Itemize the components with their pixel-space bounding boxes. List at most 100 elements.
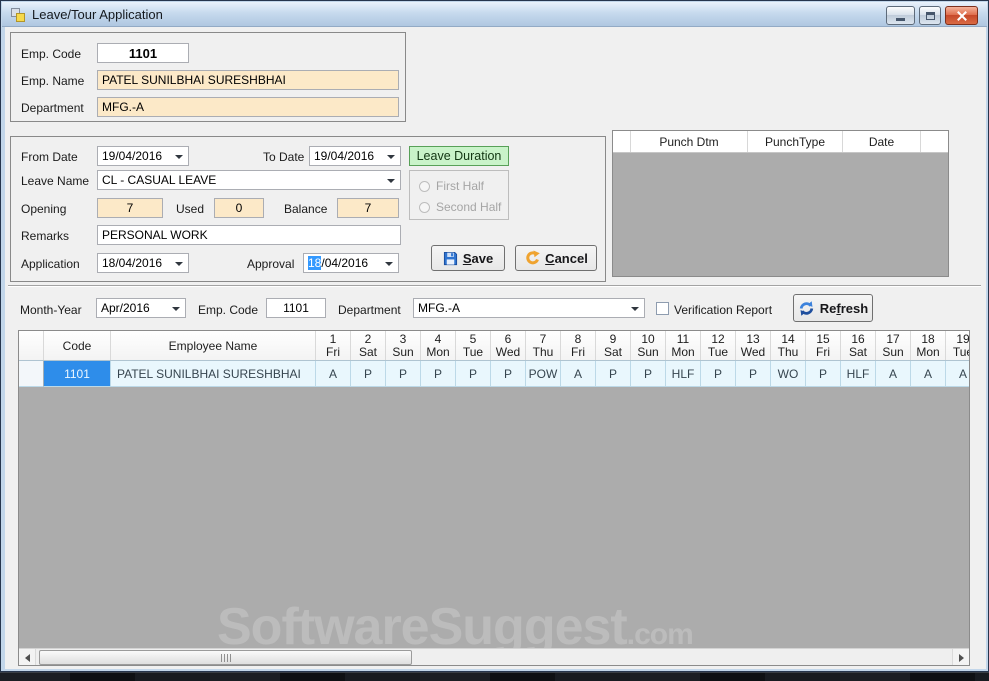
day-status-cell[interactable]: A xyxy=(316,361,351,387)
day-column-header[interactable]: 7Thu xyxy=(526,331,561,360)
application-date-combo[interactable]: 18/04/2016 xyxy=(97,253,189,273)
day-status-cell[interactable]: P xyxy=(386,361,421,387)
scroll-right-button[interactable] xyxy=(952,649,969,666)
leave-duration-button[interactable]: Leave Duration xyxy=(409,146,509,166)
day-status-cell[interactable]: A xyxy=(876,361,911,387)
punch-dtm-column-header[interactable]: Punch Dtm xyxy=(631,131,748,152)
day-column-header[interactable]: 9Sat xyxy=(596,331,631,360)
chevron-down-icon xyxy=(385,262,393,266)
opening-field: 7 xyxy=(97,198,163,218)
balance-label: Balance xyxy=(284,202,327,216)
chevron-down-icon xyxy=(631,307,639,311)
verification-report-label: Verification Report xyxy=(674,303,772,317)
scroll-left-icon xyxy=(25,654,30,662)
day-column-header[interactable]: 10Sun xyxy=(631,331,666,360)
save-button[interactable]: Save xyxy=(431,245,505,271)
approval-date-combo[interactable]: 18/04/2016 xyxy=(303,253,399,273)
punch-grid: Punch Dtm PunchType Date xyxy=(612,130,949,277)
day-status-cell[interactable]: A xyxy=(561,361,596,387)
section-divider xyxy=(8,285,981,287)
row-header-cell[interactable] xyxy=(19,361,44,387)
day-column-header[interactable]: 6Wed xyxy=(491,331,526,360)
to-date-combo[interactable]: 19/04/2016 xyxy=(309,146,401,166)
month-year-combo[interactable]: Apr/2016 xyxy=(96,298,186,318)
day-status-cell[interactable]: P xyxy=(631,361,666,387)
day-status-cell[interactable]: P xyxy=(491,361,526,387)
day-column-header[interactable]: 15Fri xyxy=(806,331,841,360)
day-status-cell[interactable]: WO xyxy=(771,361,806,387)
minimize-button[interactable] xyxy=(886,6,915,25)
day-status-cell[interactable]: P xyxy=(351,361,386,387)
grid-empty-area: SoftwareSuggest.com xyxy=(19,387,969,648)
approval-date-selected-text: 18 xyxy=(308,256,321,270)
day-column-header[interactable]: 17Sun xyxy=(876,331,911,360)
leave-name-combo[interactable]: CL - CASUAL LEAVE xyxy=(97,170,401,190)
day-status-cell[interactable]: P xyxy=(701,361,736,387)
day-column-header[interactable]: 19Tue xyxy=(946,331,969,360)
attendance-row[interactable]: 1101 PATEL SUNILBHAI SURESHBHAI APPPPPPO… xyxy=(19,361,969,387)
filter-department-combo[interactable]: MFG.-A xyxy=(413,298,645,318)
emp-code-label: Emp. Code xyxy=(21,47,81,61)
scroll-left-button[interactable] xyxy=(19,649,36,666)
employee-name-cell[interactable]: PATEL SUNILBHAI SURESHBHAI xyxy=(111,361,316,387)
day-status-cell[interactable]: A xyxy=(946,361,969,387)
balance-field: 7 xyxy=(337,198,399,218)
employee-name-column-header[interactable]: Employee Name xyxy=(111,331,316,360)
day-status-cell[interactable]: HLF xyxy=(666,361,701,387)
punch-type-column-header[interactable]: PunchType xyxy=(748,131,843,152)
title-bar[interactable]: Leave/Tour Application xyxy=(2,2,987,27)
day-column-header[interactable]: 18Mon xyxy=(911,331,946,360)
close-button[interactable] xyxy=(945,6,978,25)
day-column-header[interactable]: 3Sun xyxy=(386,331,421,360)
department-label: Department xyxy=(21,101,84,115)
day-column-header[interactable]: 5Tue xyxy=(456,331,491,360)
used-field: 0 xyxy=(214,198,264,218)
code-column-header[interactable]: Code xyxy=(44,331,111,360)
horizontal-scrollbar[interactable] xyxy=(19,648,969,665)
day-status-cell[interactable]: P xyxy=(421,361,456,387)
day-status-cell[interactable]: P xyxy=(736,361,771,387)
cancel-icon xyxy=(524,250,540,266)
taskbar xyxy=(0,672,989,681)
day-status-cell[interactable]: P xyxy=(456,361,491,387)
day-status-cell[interactable]: P xyxy=(596,361,631,387)
employee-panel: Emp. Code 1101 Emp. Name PATEL SUNILBHAI… xyxy=(10,32,406,122)
emp-name-field[interactable]: PATEL SUNILBHAI SURESHBHAI xyxy=(97,70,399,90)
day-column-header[interactable]: 12Tue xyxy=(701,331,736,360)
used-label: Used xyxy=(176,202,204,216)
day-column-header[interactable]: 8Fri xyxy=(561,331,596,360)
day-column-header[interactable]: 11Mon xyxy=(666,331,701,360)
day-column-header[interactable]: 2Sat xyxy=(351,331,386,360)
department-field[interactable]: MFG.-A xyxy=(97,97,399,117)
remarks-input[interactable]: PERSONAL WORK xyxy=(97,225,401,245)
chevron-down-icon xyxy=(175,155,183,159)
second-half-label: Second Half xyxy=(436,200,501,214)
grid-corner-header[interactable] xyxy=(19,331,44,360)
close-icon xyxy=(957,11,967,21)
day-column-header[interactable]: 16Sat xyxy=(841,331,876,360)
refresh-button[interactable]: Refresh xyxy=(793,294,873,322)
cancel-button[interactable]: Cancel xyxy=(515,245,597,271)
emp-code-input[interactable]: 1101 xyxy=(97,43,189,63)
app-icon xyxy=(11,7,27,23)
day-status-cell[interactable]: A xyxy=(911,361,946,387)
filter-emp-code-input[interactable]: 1101 xyxy=(266,298,326,318)
maximize-button[interactable] xyxy=(919,6,941,25)
punch-row-header[interactable] xyxy=(613,131,631,152)
punch-date-column-header[interactable]: Date xyxy=(843,131,921,152)
day-column-header[interactable]: 14Thu xyxy=(771,331,806,360)
code-cell[interactable]: 1101 xyxy=(44,361,111,387)
day-column-header[interactable]: 13Wed xyxy=(736,331,771,360)
scrollbar-thumb[interactable] xyxy=(39,650,412,665)
day-status-cell[interactable]: POW xyxy=(526,361,561,387)
day-status-cell[interactable]: HLF xyxy=(841,361,876,387)
day-column-header[interactable]: 1Fri xyxy=(316,331,351,360)
verification-report-checkbox[interactable] xyxy=(656,302,669,315)
day-status-cell[interactable]: P xyxy=(806,361,841,387)
scrollbar-grip-icon xyxy=(221,654,231,662)
day-column-header[interactable]: 4Mon xyxy=(421,331,456,360)
from-date-combo[interactable]: 19/04/2016 xyxy=(97,146,189,166)
first-half-radio xyxy=(419,181,430,192)
first-half-label: First Half xyxy=(436,179,484,193)
first-half-option: First Half xyxy=(419,179,484,193)
